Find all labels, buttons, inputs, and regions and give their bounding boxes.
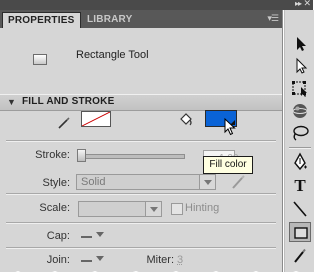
panel-title-bar: ▸▸ ✕: [0, 0, 313, 10]
style-value: Solid: [81, 176, 106, 188]
fill-color-tooltip: Fill color: [203, 156, 253, 174]
mouse-cursor-icon: [224, 117, 236, 136]
tab-properties[interactable]: PROPERTIES: [2, 12, 81, 28]
section-title: FILL AND STROKE: [22, 96, 115, 107]
close-panel-icon[interactable]: ✕: [303, 0, 311, 9]
fill-and-stroke-header[interactable]: ▼ FILL AND STROKE: [0, 94, 282, 111]
divider: [6, 222, 276, 224]
stroke-label: Stroke:: [35, 149, 70, 161]
style-label: Style:: [42, 177, 70, 189]
pencil-icon: [294, 248, 306, 263]
arrow-icon: [297, 37, 306, 51]
scale-label: Scale:: [39, 202, 70, 214]
stroke-slider-track[interactable]: [77, 154, 185, 159]
stroke-slider-thumb[interactable]: [77, 149, 86, 162]
lasso-tool-button[interactable]: [289, 123, 311, 143]
rectangle-icon: [294, 227, 308, 239]
white-arrow-icon: [296, 57, 308, 74]
chevron-down-icon: [96, 256, 104, 261]
tool-name: Rectangle Tool: [76, 49, 149, 61]
panel-tab-bar: PROPERTIES LIBRARY ▾☰: [0, 10, 282, 28]
scale-dropdown[interactable]: [78, 201, 162, 217]
rectangle-tool-button[interactable]: [289, 222, 311, 242]
chevron-down-icon: [96, 232, 104, 237]
text-tool-button[interactable]: T: [289, 175, 311, 195]
collapse-triangle-icon[interactable]: ▼: [7, 97, 16, 107]
edit-style-pencil-icon[interactable]: [230, 174, 246, 190]
line-cap-icon: [81, 236, 92, 238]
free-transform-tool-button[interactable]: [289, 78, 311, 98]
line-join-icon: [81, 260, 92, 262]
stroke-color-swatch[interactable]: [81, 111, 111, 127]
tools-panel: T: [284, 10, 314, 272]
cap-dropdown[interactable]: [81, 230, 107, 244]
divider: [6, 140, 276, 142]
text-icon: T: [294, 176, 306, 195]
cap-label: Cap:: [46, 230, 70, 242]
pencil-tool-button[interactable]: [289, 246, 311, 266]
miter-value-field[interactable]: 3: [177, 254, 183, 266]
torn-edge: [0, 271, 313, 280]
panel-menu-icon[interactable]: ▾☰: [267, 13, 279, 24]
sphere-icon: [292, 104, 308, 118]
join-dropdown[interactable]: [81, 254, 107, 268]
tab-library[interactable]: LIBRARY: [82, 12, 137, 28]
toolbar-divider: [289, 147, 311, 149]
pencil-icon: [56, 115, 72, 131]
selection-tool-button[interactable]: [289, 34, 311, 54]
svg-text:T: T: [294, 176, 306, 195]
divider: [6, 193, 276, 195]
miter-label: Miter:: [146, 254, 175, 266]
collapse-panels-icon[interactable]: ▸▸: [295, 0, 302, 8]
hinting-label: Hinting: [185, 202, 220, 214]
rectangle-tool-icon: [33, 54, 47, 65]
chevron-down-icon[interactable]: [145, 202, 161, 216]
line-icon: [293, 201, 307, 217]
transform-icon: [292, 81, 307, 97]
style-dropdown[interactable]: Solid: [76, 174, 216, 190]
chevron-down-icon[interactable]: [199, 175, 215, 189]
join-label: Join:: [46, 254, 70, 266]
pen-tool-button[interactable]: [289, 152, 311, 172]
divider: [6, 247, 276, 249]
subselection-tool-button[interactable]: [289, 56, 311, 76]
hinting-checkbox[interactable]: [171, 203, 183, 215]
current-tool-info: Rectangle Tool: [0, 28, 282, 96]
pen-icon: [294, 152, 307, 171]
paint-bucket-icon: [178, 112, 194, 128]
lasso-icon: [293, 125, 309, 141]
line-tool-button[interactable]: [289, 199, 311, 219]
3d-rotation-tool-button[interactable]: [289, 101, 311, 121]
